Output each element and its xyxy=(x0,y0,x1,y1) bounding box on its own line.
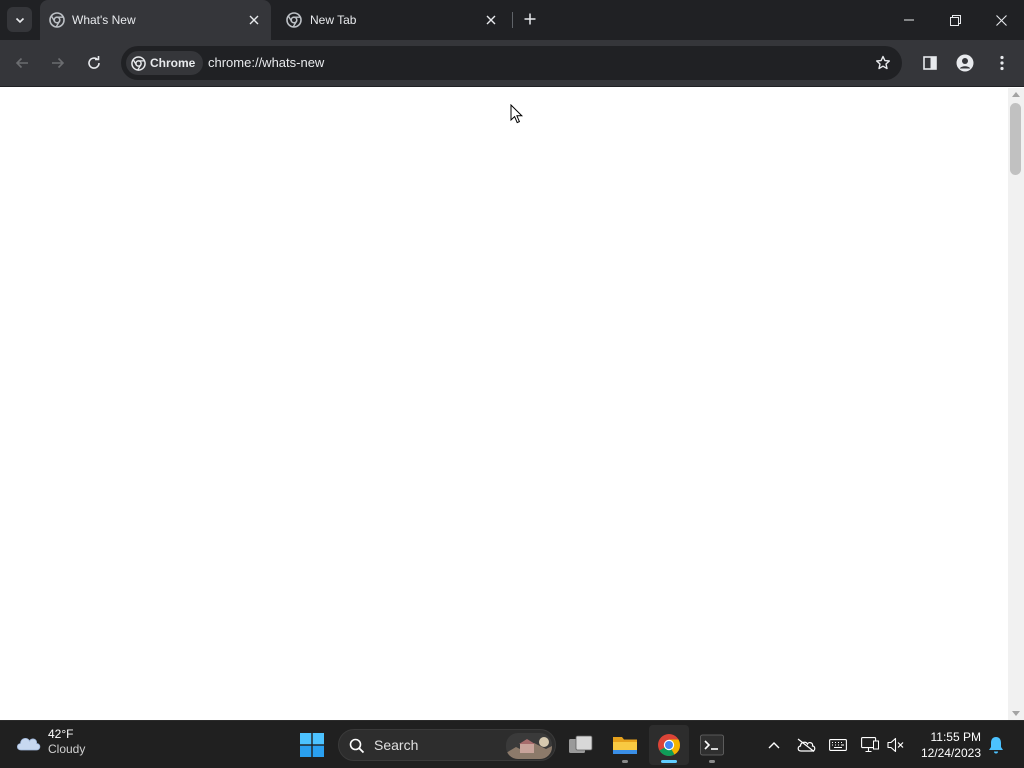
volume-tray-button[interactable] xyxy=(886,735,906,755)
terminal-icon xyxy=(700,734,724,756)
network-icon xyxy=(861,737,879,753)
chrome-favicon-icon xyxy=(49,12,65,28)
network-tray-button[interactable] xyxy=(860,735,880,755)
reload-button[interactable] xyxy=(81,50,107,76)
bell-icon xyxy=(989,737,1003,754)
star-icon xyxy=(876,55,890,70)
menu-button[interactable] xyxy=(989,50,1015,76)
chrome-taskbar-button[interactable] xyxy=(649,725,689,765)
back-button[interactable] xyxy=(9,50,35,76)
scroll-down-icon[interactable] xyxy=(1012,711,1020,716)
keyboard-tray-button[interactable] xyxy=(828,735,848,755)
profile-button[interactable] xyxy=(952,50,978,76)
close-tab-icon[interactable] xyxy=(245,11,263,29)
page-scrollbar[interactable] xyxy=(1008,88,1024,720)
site-info-chip[interactable]: Chrome xyxy=(126,51,204,75)
clock-time: 11:55 PM xyxy=(930,730,981,744)
folder-icon xyxy=(613,737,637,754)
profile-icon xyxy=(956,54,974,72)
terminal-button[interactable] xyxy=(692,725,732,765)
tab-divider xyxy=(512,12,513,28)
running-indicator xyxy=(709,760,715,763)
cloud-off-icon xyxy=(797,738,816,752)
close-icon xyxy=(995,14,1007,26)
file-explorer-button[interactable] xyxy=(605,725,645,765)
bookmark-star-button[interactable] xyxy=(874,54,892,72)
notifications-button[interactable] xyxy=(986,735,1006,755)
tab-title: New Tab xyxy=(310,13,357,27)
start-button[interactable] xyxy=(292,725,332,765)
windows-taskbar: 42°F Cloudy Search 11:55 PM 12/24/2023 xyxy=(0,720,1024,768)
weather-widget[interactable]: 42°F Cloudy xyxy=(14,727,85,757)
onedrive-tray-button[interactable] xyxy=(796,735,816,755)
volume-muted-icon xyxy=(887,737,904,753)
tab-new-tab[interactable]: New Tab xyxy=(278,0,508,40)
address-bar[interactable]: Chrome chrome://whats-new xyxy=(121,46,902,80)
browser-toolbar: Chrome chrome://whats-new xyxy=(0,40,1024,87)
chip-label: Chrome xyxy=(150,56,196,70)
side-panel-button[interactable] xyxy=(917,50,943,76)
back-arrow-icon xyxy=(15,57,28,69)
tab-whats-new[interactable]: What's New xyxy=(40,0,271,40)
kebab-menu-icon xyxy=(1000,55,1004,71)
task-view-icon xyxy=(569,735,593,753)
scrollbar-thumb[interactable] xyxy=(1010,103,1021,175)
active-indicator xyxy=(661,760,677,763)
search-icon xyxy=(349,738,365,754)
tab-title: What's New xyxy=(72,13,136,27)
weather-temperature: 42°F xyxy=(48,727,74,741)
forward-arrow-icon xyxy=(52,57,65,69)
clock-date: 12/24/2023 xyxy=(920,746,981,760)
chrome-logo-icon xyxy=(131,55,146,71)
restore-button[interactable] xyxy=(932,0,978,40)
minimize-icon xyxy=(904,19,914,21)
page-content xyxy=(0,88,1008,720)
keyboard-icon xyxy=(829,739,847,751)
minimize-button[interactable] xyxy=(886,0,932,40)
weather-condition: Cloudy xyxy=(48,742,86,756)
scroll-up-icon[interactable] xyxy=(1012,92,1020,97)
reload-icon xyxy=(88,56,100,69)
taskbar-search[interactable]: Search xyxy=(338,729,556,761)
chrome-favicon-icon xyxy=(286,12,302,28)
show-hidden-icons-button[interactable] xyxy=(764,735,784,755)
chevron-down-icon xyxy=(15,17,24,23)
chrome-app-icon xyxy=(658,734,680,756)
running-indicator xyxy=(622,760,628,763)
new-tab-button[interactable] xyxy=(519,8,541,30)
close-window-button[interactable] xyxy=(978,0,1024,40)
url-text[interactable]: chrome://whats-new xyxy=(208,55,324,70)
tab-search-button[interactable] xyxy=(7,7,32,32)
mouse-cursor-icon xyxy=(510,104,524,124)
plus-icon xyxy=(524,13,536,25)
system-clock[interactable]: 11:55 PM 12/24/2023 xyxy=(916,729,981,761)
task-view-button[interactable] xyxy=(561,725,601,765)
tab-strip: What's New New Tab xyxy=(0,0,1024,40)
cloud-icon xyxy=(16,737,41,751)
side-panel-icon xyxy=(923,56,937,70)
close-tab-icon[interactable] xyxy=(482,11,500,29)
chevron-up-icon xyxy=(768,742,780,749)
search-highlight-image-icon xyxy=(506,733,552,759)
forward-button[interactable] xyxy=(45,50,71,76)
search-label: Search xyxy=(374,737,419,753)
restore-icon xyxy=(949,14,961,26)
windows-logo-icon xyxy=(300,733,324,757)
